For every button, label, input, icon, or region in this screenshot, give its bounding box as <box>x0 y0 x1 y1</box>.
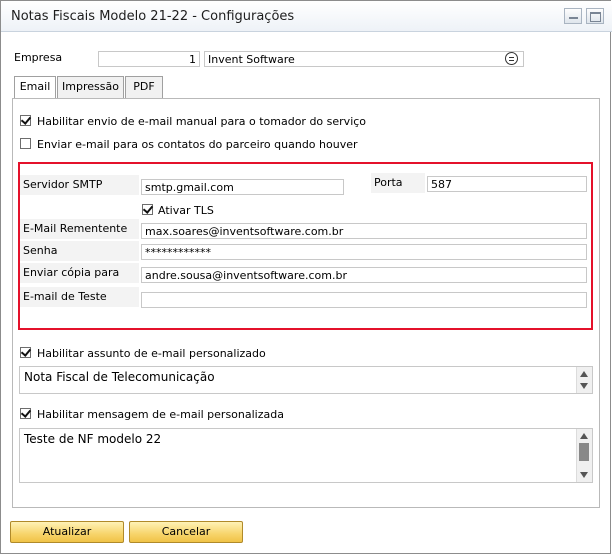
scroll-up-icon[interactable] <box>580 433 588 439</box>
test-email-field[interactable] <box>141 292 587 308</box>
partner-contacts-label: Enviar e-mail para os contatos do parcei… <box>37 138 358 151</box>
empresa-code-field[interactable]: 1 <box>98 51 200 67</box>
subject-text: Nota Fiscal de Telecomunicação <box>24 370 215 384</box>
custom-message-checkbox[interactable] <box>20 408 31 419</box>
message-textbox[interactable]: Teste de NF modelo 22 <box>19 428 593 483</box>
cc-field[interactable]: andre.sousa@inventsoftware.com.br <box>141 267 587 283</box>
empresa-name-field[interactable]: Invent Software <box>204 51 524 67</box>
settings-window: Notas Fiscais Modelo 21-22 - Configuraçõ… <box>0 0 612 554</box>
tls-checkbox[interactable] <box>142 204 153 215</box>
cc-label: Enviar cópia para <box>20 263 139 283</box>
update-button[interactable]: Atualizar <box>10 521 124 543</box>
sender-field[interactable]: max.soares@inventsoftware.com.br <box>141 223 587 239</box>
minimize-icon[interactable] <box>564 8 582 24</box>
password-field[interactable]: ************ <box>141 244 587 260</box>
password-label: Senha <box>20 241 139 261</box>
tab-impressao[interactable]: Impressão <box>57 76 124 98</box>
tab-pdf[interactable]: PDF <box>125 76 163 98</box>
title-bar: Notas Fiscais Modelo 21-22 - Configuraçõ… <box>1 1 612 32</box>
custom-subject-label: Habilitar assunto de e-mail personalizad… <box>37 347 266 360</box>
partner-contacts-checkbox[interactable] <box>20 138 31 149</box>
window-title: Notas Fiscais Modelo 21-22 - Configuraçõ… <box>11 9 295 24</box>
port-field[interactable]: 587 <box>427 176 587 192</box>
cancel-button[interactable]: Cancelar <box>129 521 243 543</box>
scroll-down-icon[interactable] <box>580 383 588 389</box>
subject-textbox[interactable]: Nota Fiscal de Telecomunicação <box>19 366 593 394</box>
lookup-list-icon[interactable] <box>505 52 518 65</box>
tab-email[interactable]: Email <box>14 76 56 99</box>
maximize-icon[interactable] <box>586 8 604 24</box>
message-text: Teste de NF modelo 22 <box>24 432 162 446</box>
smtp-server-label: Servidor SMTP <box>20 175 139 195</box>
custom-subject-checkbox[interactable] <box>20 347 31 358</box>
test-email-label: E-mail de Teste <box>20 287 139 307</box>
smtp-server-field[interactable]: smtp.gmail.com <box>141 179 344 195</box>
scroll-up-icon[interactable] <box>580 371 588 377</box>
sender-label: E-Mail Rementente <box>20 219 139 239</box>
custom-message-label: Habilitar mensagem de e-mail personaliza… <box>37 408 284 421</box>
scroll-thumb[interactable] <box>579 443 589 461</box>
manual-email-checkbox[interactable] <box>20 115 31 126</box>
scroll-down-icon[interactable] <box>580 472 588 478</box>
subject-scrollbar[interactable] <box>576 367 592 393</box>
manual-email-label: Habilitar envio de e-mail manual para o … <box>37 115 367 128</box>
empresa-label: Empresa <box>14 51 63 64</box>
message-scrollbar[interactable] <box>576 429 592 482</box>
tls-label: Ativar TLS <box>158 204 214 217</box>
port-label: Porta <box>371 173 425 193</box>
